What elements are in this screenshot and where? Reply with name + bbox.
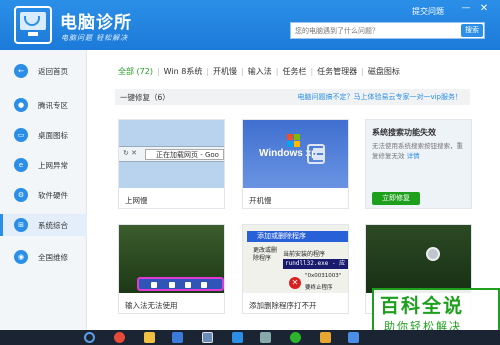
section-title: 一键修复（6）	[120, 93, 170, 102]
category-tabs: 全部 (72) | Win 8系统 | 开机慢 | 输入法 | 任务栏 | 任务管理器 | 磁盘图标	[115, 66, 403, 77]
app-title: 电脑诊所	[60, 13, 132, 33]
card-slow-internet[interactable]: ↻ ✕ 正在加载网页 - Goo 上网慢	[118, 119, 225, 209]
location-icon: ◉	[14, 250, 28, 264]
dialog-command: rundll32.exe - 应	[283, 259, 348, 269]
app-header: 电脑诊所 电脑问题 轻松解决 提交问题 — ✕ 搜索	[0, 0, 500, 50]
speaker-icon	[426, 247, 440, 261]
card-label: 上网慢	[125, 196, 148, 205]
sidebar-item-label: 系统综合	[38, 221, 68, 230]
fix-now-button[interactable]: 立即修复	[372, 192, 420, 205]
details-link[interactable]: 详情	[407, 152, 420, 160]
minimize-button[interactable]: —	[460, 4, 472, 14]
sidebar-item-label: 桌面图标	[38, 131, 68, 140]
sidebar-item-tencent[interactable]: ● 腾讯专区	[0, 94, 87, 116]
windows-icon: ⊞	[14, 218, 28, 232]
browser-address: 正在加载网页 - Goo	[145, 149, 224, 160]
back-arrow-icon: ←	[14, 64, 28, 78]
clinic-app-icon[interactable]	[232, 332, 243, 343]
search-button[interactable]: 搜索	[461, 24, 483, 37]
app-logo-icon	[14, 6, 52, 44]
dialog-side-label: 更改或删除程序	[253, 247, 278, 262]
watermark-title: 百科全说	[380, 295, 465, 317]
card-image	[366, 225, 471, 293]
settings-icon[interactable]	[172, 332, 183, 343]
card-image: 添加或删除程序 更改或删除程序 当前安装的程序 rundll32.exe - 应…	[243, 225, 348, 293]
network-icon[interactable]	[260, 332, 271, 343]
gear-icon: ⚙	[14, 188, 28, 202]
card-description: 无法使用系统搜索按钮搜索，重复修复无效 详情	[372, 142, 463, 160]
ie-icon: e	[14, 158, 28, 172]
sidebar-item-system[interactable]: ⊞ 系统综合	[0, 214, 87, 236]
chrome-icon[interactable]	[114, 332, 125, 343]
section-header: 一键修复（6） 电脑问题搞不定？马上体验易云专家一对一vip服务！	[115, 89, 470, 105]
app-icon[interactable]	[202, 332, 213, 343]
app-slogan: 电脑问题 轻松解决	[61, 34, 129, 42]
dialog-text: 当前安装的程序	[283, 251, 326, 258]
taskbar-tray-highlight	[137, 277, 224, 291]
sidebar-item-repair[interactable]: ◉ 全国维修	[0, 246, 87, 268]
cortana-icon[interactable]	[84, 332, 95, 343]
tab-input-method[interactable]: 输入法	[245, 66, 275, 77]
card-input-method[interactable]: 输入法无法使用	[118, 224, 225, 314]
card-label: 添加删除程序打不开	[249, 301, 317, 310]
sidebar-item-label: 软件硬件	[38, 191, 68, 200]
penguin-icon: ●	[14, 98, 28, 112]
sidebar-item-label: 返回首页	[38, 67, 68, 76]
sidebar-item-desktop-icons[interactable]: ▭ 桌面图标	[0, 124, 87, 146]
tab-task-manager[interactable]: 任务管理器	[314, 66, 360, 77]
sidebar-item-label: 腾讯专区	[38, 101, 68, 110]
tab-slow-boot[interactable]: 开机慢	[210, 66, 240, 77]
sidebar-item-network[interactable]: e 上网异常	[0, 154, 87, 176]
dialog-title: 添加或删除程序	[247, 231, 348, 242]
feedback-link[interactable]: 提交问题	[412, 6, 444, 17]
tab-disk-icon[interactable]: 磁盘图标	[365, 66, 403, 77]
card-image: ↻ ✕ 正在加载网页 - Goo	[119, 120, 224, 188]
watermark: 百科全说 助你轻松解决	[372, 288, 500, 334]
search-input[interactable]	[291, 23, 461, 38]
card-slow-boot[interactable]: Windows xp 开机慢	[242, 119, 349, 209]
os-taskbar	[0, 330, 500, 345]
app-icon-3[interactable]	[348, 332, 359, 343]
hourglass-icon	[307, 144, 325, 164]
card-add-remove-programs[interactable]: 添加或删除程序 更改或删除程序 当前安装的程序 rundll32.exe - 应…	[242, 224, 349, 314]
sidebar-item-label: 上网异常	[38, 161, 68, 170]
card-image	[119, 225, 224, 293]
sidebar-item-home[interactable]: ← 返回首页	[0, 60, 87, 82]
dialog-code: "0x0031003"	[305, 273, 342, 279]
tab-win8[interactable]: Win 8系统	[161, 66, 206, 77]
wechat-icon[interactable]	[290, 332, 301, 343]
error-icon: ✕	[289, 277, 301, 289]
card-title: 系统搜索功能失效	[372, 128, 436, 137]
dialog-code: 要终止程序	[305, 285, 333, 291]
card-image: Windows xp	[243, 120, 348, 188]
sidebar-item-software-hardware[interactable]: ⚙ 软件硬件	[0, 184, 87, 206]
tab-taskbar[interactable]: 任务栏	[279, 66, 309, 77]
app-icon-2[interactable]	[320, 332, 331, 343]
search-box: 搜索	[290, 22, 485, 39]
tab-all[interactable]: 全部 (72)	[115, 66, 156, 77]
folder-icon[interactable]	[144, 332, 155, 343]
card-label: 输入法无法使用	[125, 301, 178, 310]
close-button[interactable]: ✕	[478, 4, 490, 14]
sidebar-item-label: 全国维修	[38, 253, 68, 262]
desktop-icon: ▭	[14, 128, 28, 142]
windows-flag-icon	[287, 134, 301, 148]
refresh-icon: ↻ ✕	[123, 149, 137, 157]
card-label: 开机慢	[249, 196, 272, 205]
vip-promo-link[interactable]: 电脑问题搞不定？马上体验易云专家一对一vip服务！	[297, 92, 462, 102]
card-search-failure: 系统搜索功能失效 无法使用系统搜索按钮搜索，重复修复无效 详情 立即修复	[365, 119, 472, 209]
sidebar: ← 返回首页 ● 腾讯专区 ▭ 桌面图标 e 上网异常 ⚙ 软件硬件 ⊞ 系统综…	[0, 50, 87, 330]
